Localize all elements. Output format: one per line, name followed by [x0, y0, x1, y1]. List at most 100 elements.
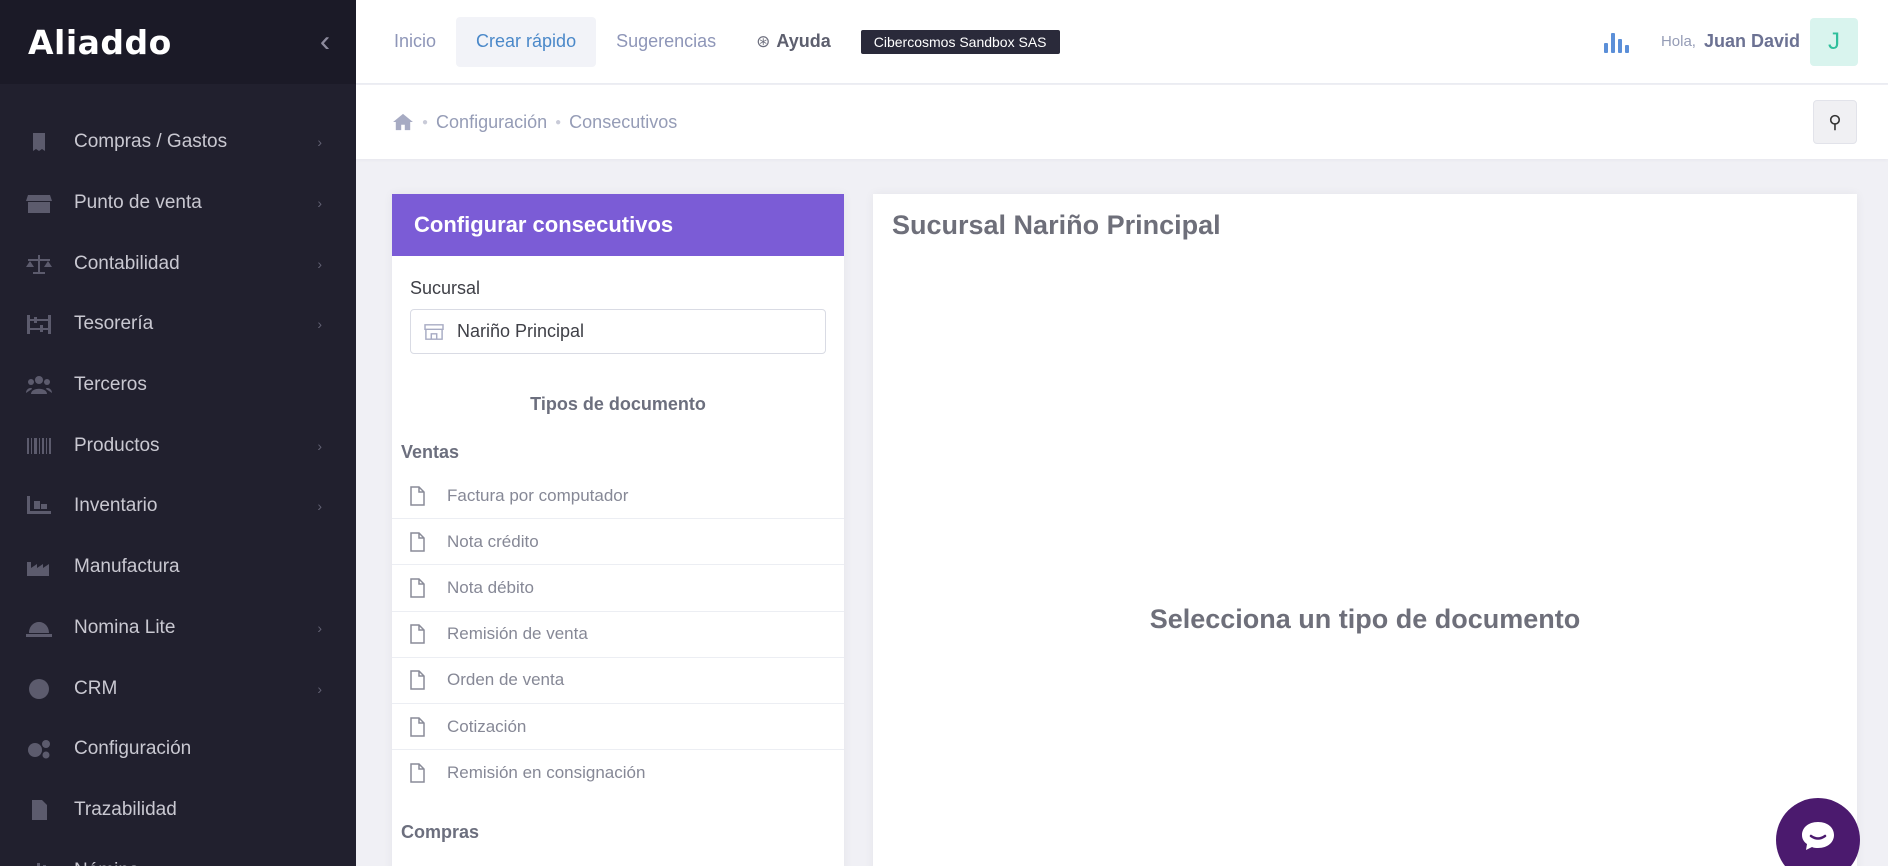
doc-type-list: Factura por computador Nota crédito Nota d…: [392, 473, 844, 796]
doc-type-label: Remisión de venta: [447, 624, 588, 644]
help-hint-icon: ⚲: [1828, 111, 1842, 132]
sidebar-item-label: Tesorería: [74, 313, 154, 335]
sidebar-item-contabilidad[interactable]: Contabilidad ›: [0, 233, 356, 294]
tab-inicio[interactable]: Inicio: [374, 17, 456, 67]
sidebar-item-label: CRM: [74, 677, 118, 699]
doc-types-title: Tipos de documento: [530, 394, 706, 414]
doc-type-item[interactable]: Cotización: [392, 704, 844, 751]
chat-icon: [1802, 822, 1834, 850]
breadcrumb-consecutivos[interactable]: Consecutivos: [569, 112, 677, 133]
sidebar-item-tesorería[interactable]: Tesorería ›: [0, 294, 356, 355]
file-icon: [410, 485, 425, 506]
chevron-right-icon: ›: [317, 316, 322, 333]
doc-type-item[interactable]: Remisión de venta: [392, 612, 844, 658]
sidebar-item-crm[interactable]: CRM ›: [0, 658, 356, 719]
sidebar-item-productos[interactable]: Productos ›: [0, 415, 356, 476]
topbar: Inicio Crear rápido Sugerencias ⊛ Ayuda …: [356, 0, 1888, 84]
gears-icon: [24, 737, 54, 761]
sidebar-item-label: Nómina: [74, 860, 322, 866]
breadcrumb: ● Configuración ● Consecutivos ⚲: [356, 85, 1888, 159]
home-icon[interactable]: [392, 113, 414, 131]
doc-type-label: Factura por computador: [447, 485, 629, 505]
sidebar-menu: Compras / Gastos › Punto de venta › Contabil…: [0, 84, 356, 866]
help-hint-button[interactable]: ⚲: [1813, 100, 1857, 144]
file-icon: [410, 624, 425, 644]
users-icon: [24, 373, 54, 397]
chevron-right-icon: ›: [317, 255, 322, 272]
chevron-right-icon: ›: [317, 195, 322, 212]
abacus-icon: [24, 312, 54, 336]
sidebar-item-label: Terceros: [74, 374, 147, 396]
breadcrumb-configuracion[interactable]: Configuración: [436, 112, 547, 133]
balance-scale-icon: [24, 252, 54, 276]
greeting: Hola,: [1660, 33, 1696, 50]
doc-type-item[interactable]: Orden de venta: [392, 658, 844, 704]
company-badge[interactable]: Cibercosmos Sandbox SAS: [860, 29, 1060, 54]
help-button[interactable]: ⊛ Ayuda: [736, 17, 851, 67]
sidebar: Aliaddo ‹‹ Compras / Gastos›Punto de ven…: [0, 0, 356, 866]
doc-type-item[interactable]: Factura de compra: [392, 853, 844, 866]
doc-type-item[interactable]: Remisión en consignación: [392, 750, 844, 796]
bar-chart-icon[interactable]: [1603, 31, 1629, 53]
sidebar-item-label: Trazabilidad: [74, 798, 177, 820]
doc-type-label: Cotización: [447, 716, 527, 736]
sidebar-item-trazabilidad[interactable]: Trazabilidad: [0, 780, 356, 841]
dollar-gear-icon: [24, 677, 54, 701]
hard-hat-icon: [24, 616, 54, 640]
user-name[interactable]: Juan David: [1704, 31, 1800, 52]
pallet-icon: [24, 494, 54, 518]
sidebar-item-inventario[interactable]: Inventario ›: [0, 476, 356, 537]
sidebar-header: Aliaddo ‹‹: [0, 0, 356, 84]
store-icon: [24, 191, 54, 215]
store-icon: [424, 323, 444, 340]
file-icon: [410, 532, 425, 552]
sidebar-item-label: Punto de venta: [74, 192, 202, 214]
file-icon: [410, 578, 425, 598]
file-icon: [410, 716, 425, 737]
sidebar-item-nómina[interactable]: Nómina: [0, 840, 356, 866]
avatar[interactable]: J: [1810, 17, 1858, 66]
doc-type-label: Nota débito: [447, 577, 534, 597]
sidebar-item-nomina-lite[interactable]: Nomina Lite ›: [0, 598, 356, 659]
branch-select[interactable]: Nariño Principal: [410, 309, 826, 354]
file-icon: [410, 670, 425, 691]
lifebuoy-icon: ⊛: [756, 31, 771, 51]
doc-type-groups: Ventas Factura por computador Nota crédito…: [392, 415, 844, 866]
branch-select-value: Nariño Principal: [457, 321, 585, 341]
doc-group-title: Ventas: [401, 442, 460, 462]
chevron-right-icon: ›: [317, 680, 322, 697]
sidebar-item-compras-gastos[interactable]: Compras / Gastos ›: [0, 112, 356, 173]
chevron-right-icon: ›: [317, 498, 322, 515]
tab-sugerencias[interactable]: Sugerencias: [596, 17, 736, 67]
chevron-right-icon: ›: [317, 437, 322, 454]
tab-crear-rapido[interactable]: Crear rápido: [456, 16, 597, 67]
sidebar-item-label: Productos: [74, 434, 160, 456]
hand-icon: [24, 859, 54, 866]
doc-type-label: Nota crédito: [447, 531, 539, 551]
branch-title: Sucursal Nariño Principal: [892, 210, 1221, 240]
breadcrumb-separator: ●: [555, 116, 562, 128]
configure-sequences-panel: Configurar consecutivos Sucursal Nariño …: [392, 194, 844, 866]
sidebar-item-label: Manufactura: [74, 556, 180, 578]
doc-type-list: Factura de compra: [392, 853, 844, 866]
sidebar-item-punto-de-venta[interactable]: Punto de venta ›: [0, 173, 356, 234]
sidebar-item-manufactura[interactable]: Manufactura: [0, 537, 356, 598]
empty-state-message: Selecciona un tipo de documento: [1149, 604, 1581, 634]
branch-detail-panel: Sucursal Nariño Principal Selecciona un …: [873, 194, 1857, 866]
receipt-icon: [24, 130, 54, 154]
sidebar-item-terceros[interactable]: Terceros: [0, 355, 356, 416]
file-icon: [410, 763, 425, 783]
doc-type-item[interactable]: Nota débito: [392, 565, 844, 612]
doc-type-label: Orden de venta: [447, 670, 565, 690]
user-area: Hola, Juan David J: [1603, 17, 1888, 66]
doc-type-label: Remisión en consignación: [447, 763, 646, 783]
branch-label: Sucursal: [410, 278, 481, 298]
sidebar-item-label: Compras / Gastos: [74, 131, 228, 153]
sidebar-item-configuración[interactable]: Configuración: [0, 719, 356, 780]
logo[interactable]: Aliaddo: [28, 23, 172, 62]
doc-type-item[interactable]: Nota crédito: [392, 519, 844, 566]
factory-icon: [24, 555, 54, 579]
help-label: Ayuda: [776, 31, 831, 51]
sidebar-item-label: Nomina Lite: [74, 616, 176, 638]
doc-type-item[interactable]: Factura por computador: [392, 473, 844, 520]
